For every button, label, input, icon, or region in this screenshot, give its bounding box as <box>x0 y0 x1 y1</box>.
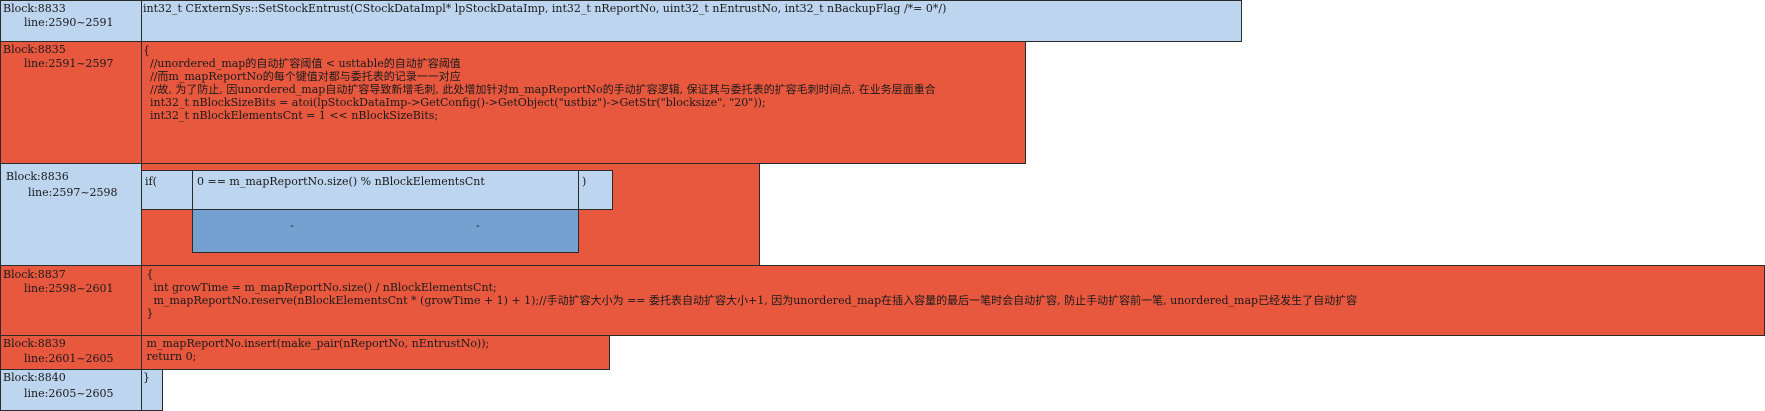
block-8837-name: Block:8837 <box>3 268 66 281</box>
block-8839-code: m_mapReportNo.insert(make_pair(nReportNo… <box>146 337 490 363</box>
branch-cell <box>192 209 579 253</box>
block-8839-lines: line:2601~2605 <box>24 352 114 365</box>
block-8833-code: int32_t CExternSys::SetStockEntrust(CSto… <box>143 2 947 15</box>
block-8836-lines: line:2597~2598 <box>28 186 118 199</box>
block-8835-code: { //unordered_map的自动扩容阈值 < usttable的自动扩容… <box>143 44 936 122</box>
condition-text: 0 == m_mapReportNo.size() % nBlockElemen… <box>197 175 485 188</box>
if-keyword: if( <box>145 175 157 188</box>
block-8833-lines: line:2590~2591 <box>24 16 114 29</box>
block-8835-lines: line:2591~2597 <box>24 57 114 70</box>
block-8840-name: Block:8840 <box>3 371 66 384</box>
branch-right-marker: - <box>476 219 480 232</box>
block-8835-name: Block:8835 <box>3 43 66 56</box>
branch-left-marker: - <box>290 219 294 232</box>
block-8840-code: } <box>143 371 150 384</box>
block-8833-name: Block:8833 <box>3 2 66 15</box>
block-8836-name: Block:8836 <box>6 170 69 183</box>
block-8837-code: { int growTime = m_mapReportNo.size() / … <box>146 268 1358 320</box>
block-8837-lines: line:2598~2601 <box>24 282 114 295</box>
close-paren: ) <box>582 175 587 188</box>
block-8840-lines: line:2605~2605 <box>24 387 114 400</box>
block-8839-name: Block:8839 <box>3 337 66 350</box>
